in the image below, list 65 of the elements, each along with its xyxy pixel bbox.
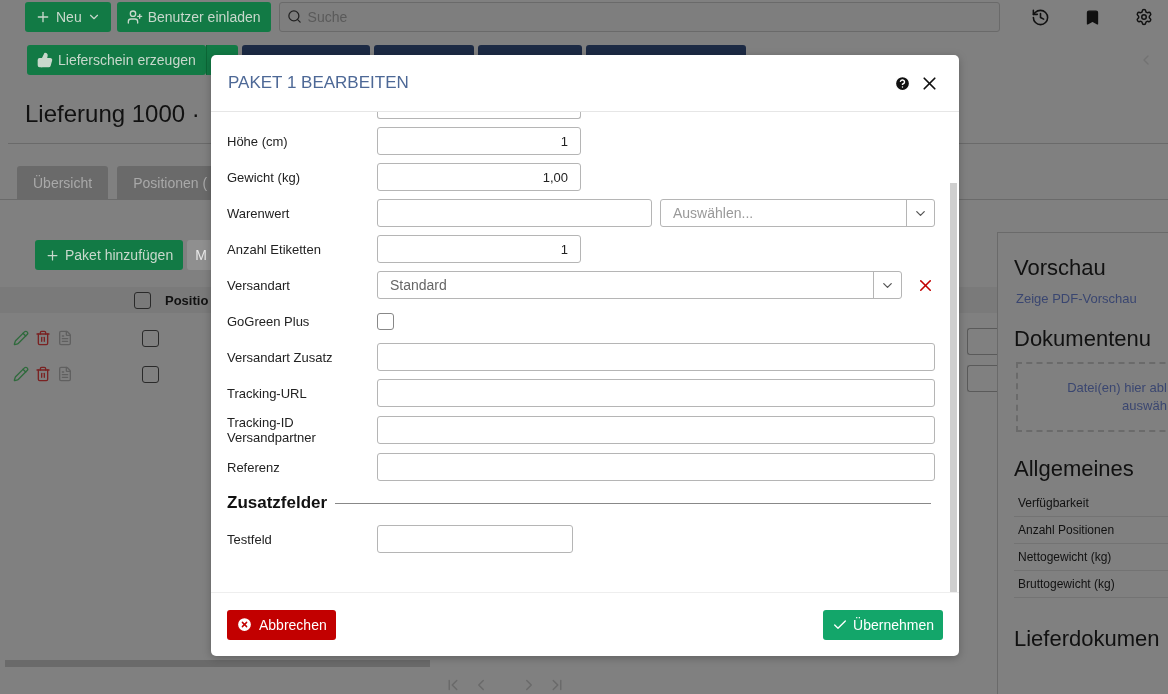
property-label: Anzahl Positionen <box>1014 517 1168 544</box>
checkbox[interactable] <box>142 329 159 347</box>
field-label: Testfeld <box>227 531 273 547</box>
pdf-preview-link[interactable]: Zeige PDF-Vorschau <box>1016 291 1168 306</box>
field-label: Anzahl Etiketten <box>227 241 322 257</box>
field-label: Gewicht (kg) <box>227 169 301 185</box>
page-title: Lieferung 1000 · <box>25 100 200 129</box>
search-icon <box>286 9 302 24</box>
input-field[interactable] <box>377 453 935 481</box>
field-label: GoGreen Plus <box>227 313 311 329</box>
scrollbar[interactable] <box>5 660 430 667</box>
invite-user-button[interactable]: Benutzer einladen <box>116 2 271 32</box>
thumbs-up-icon <box>37 52 53 68</box>
checkbox[interactable] <box>134 291 151 309</box>
field-label: Referenz <box>227 459 281 475</box>
property-label: Bruttogewicht (kg) <box>1014 571 1168 598</box>
drop-zone[interactable]: Datei(en) hier abl auswäh <box>1016 362 1168 432</box>
help-icon[interactable] <box>894 74 911 92</box>
dialog-title: PAKET 1 BEARBEITEN <box>228 73 410 93</box>
section-title: Vorschau <box>1014 255 1107 281</box>
section-title: Lieferdokumen <box>1014 626 1161 652</box>
checkbox[interactable] <box>377 312 394 330</box>
property-label: Nettogewicht (kg) <box>1014 544 1168 571</box>
amount-field[interactable] <box>377 199 652 227</box>
cancel-icon <box>236 616 253 633</box>
shipping-dropdown[interactable]: Standard <box>377 271 902 299</box>
field-label: Tracking-ID Versandpartner <box>227 415 317 445</box>
section-title: Zusatzfelder <box>227 493 328 513</box>
section-title: Allgemeines <box>1014 456 1135 482</box>
number-field[interactable]: 1 <box>377 127 581 155</box>
scrollbar[interactable] <box>950 183 957 592</box>
plus-icon <box>45 247 60 263</box>
number-field[interactable]: 1,00 <box>377 163 581 191</box>
pencil-icon[interactable] <box>13 366 29 382</box>
document-icon[interactable] <box>57 330 73 346</box>
input-field[interactable] <box>377 416 935 444</box>
input-field[interactable] <box>377 343 935 371</box>
section-title: Dokumentenu <box>1014 326 1152 352</box>
currency-dropdown[interactable]: Auswählen... <box>660 199 935 227</box>
tab[interactable]: Übersicht <box>17 166 109 199</box>
input-field[interactable] <box>967 365 997 392</box>
field-label: Tracking-URL <box>227 385 308 401</box>
new-button[interactable]: Neu <box>25 2 111 32</box>
trash-icon[interactable] <box>35 366 51 382</box>
pencil-icon[interactable] <box>13 330 29 346</box>
create-delivery-note-button[interactable]: Lieferschein erzeugen <box>27 45 206 75</box>
field-label: Versandart <box>227 277 291 293</box>
field-label: Höhe (cm) <box>227 133 289 149</box>
drop-zone-text: Datei(en) hier abl auswäh <box>1066 379 1167 415</box>
input-field[interactable] <box>377 525 573 553</box>
input-field[interactable] <box>377 379 935 407</box>
property-label: Verfügbarkeit <box>1014 490 1168 517</box>
cancel-button[interactable]: Abbrechen <box>227 609 336 640</box>
column-header: Positio <box>165 292 209 308</box>
add-package-button[interactable]: Paket hinzufügen <box>35 240 184 270</box>
field-label: Warenwert <box>227 205 291 221</box>
apply-button[interactable]: Übernehmen <box>823 609 943 640</box>
number-field[interactable]: 1 <box>377 235 581 263</box>
input-field[interactable] <box>967 328 997 355</box>
document-icon[interactable] <box>57 366 73 382</box>
plus-icon <box>35 9 51 25</box>
trash-icon[interactable] <box>35 330 51 346</box>
field-label: Versandart Zusatz <box>227 349 334 365</box>
user-plus-icon <box>126 9 143 25</box>
checkbox[interactable] <box>142 365 159 383</box>
